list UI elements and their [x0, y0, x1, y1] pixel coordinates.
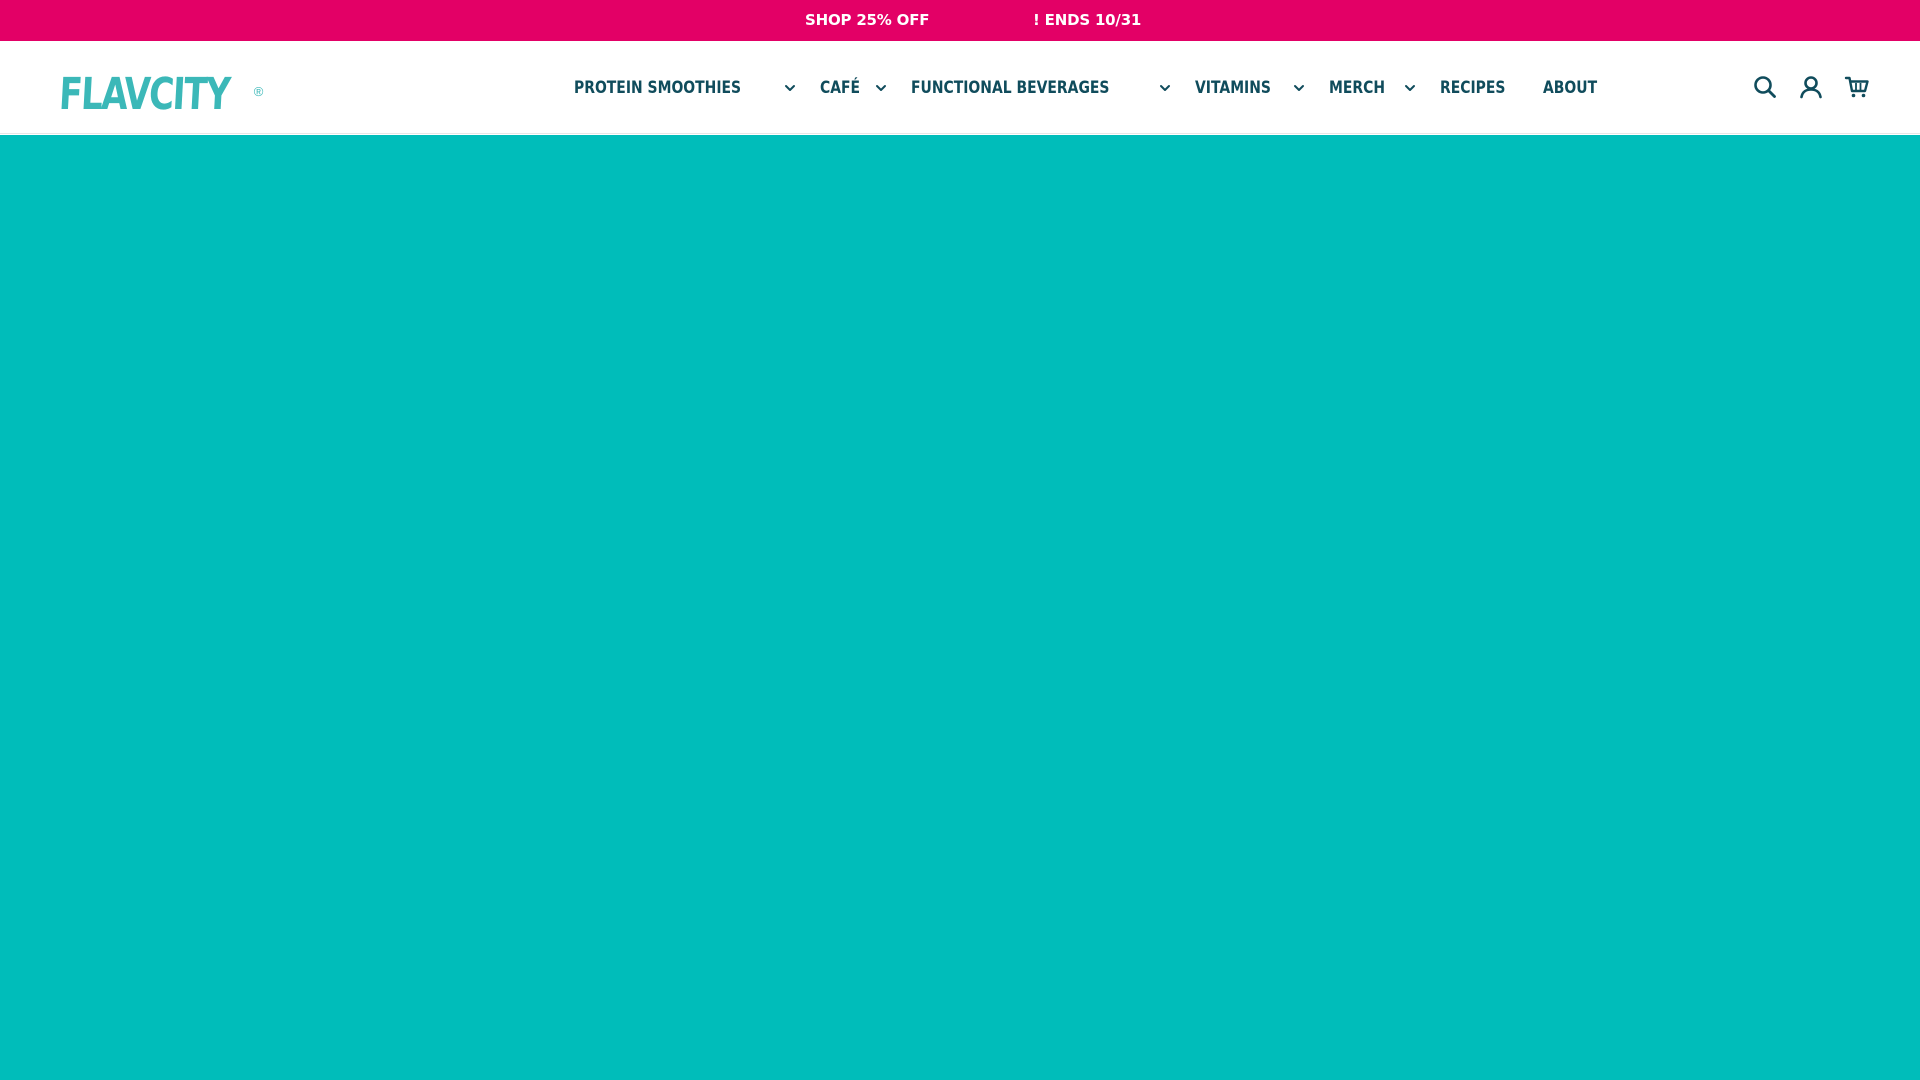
chevron-down-icon — [1404, 82, 1416, 94]
nav-label: RECIPES — [1439, 77, 1506, 98]
nav-label: PROTEIN SMOOTHIES — [574, 77, 742, 98]
nav-item-merch[interactable]: MERCH — [1329, 78, 1415, 98]
main-nav: PROTEIN SMOOTHIES CAFÉ FUNCTIONAL BEVERA… — [574, 41, 1633, 134]
logo-wordmark: FLAVCITY — [57, 69, 231, 120]
nav-label: CAFÉ — [819, 77, 860, 98]
account-icon[interactable] — [1798, 74, 1824, 100]
nav-item-recipes[interactable]: RECIPES — [1440, 78, 1520, 98]
announcement-bar[interactable]: SHOP 25% OFF ! ENDS 10/31 — [0, 0, 1920, 41]
announcement-text-start[interactable]: SHOP 25% OFF — [805, 11, 929, 29]
nav-item-cafe[interactable]: CAFÉ — [820, 78, 887, 98]
nav-label: FUNCTIONAL BEVERAGES — [910, 77, 1110, 98]
site-header: FLAVCITY ® PROTEIN SMOOTHIES CAFÉ FUNCTI… — [0, 41, 1920, 134]
chevron-down-icon — [1159, 82, 1171, 94]
nav-label: VITAMINS — [1194, 77, 1271, 98]
search-icon[interactable] — [1752, 74, 1778, 100]
logo-registered-mark: ® — [253, 84, 264, 99]
announcement-text-end[interactable]: ! ENDS 10/31 — [1033, 11, 1141, 29]
nav-item-vitamins[interactable]: VITAMINS — [1195, 78, 1306, 98]
nav-label: ABOUT — [1543, 77, 1598, 98]
chevron-down-icon — [875, 82, 887, 94]
chevron-down-icon — [784, 82, 796, 94]
nav-item-about[interactable]: ABOUT — [1543, 78, 1609, 98]
nav-label: MERCH — [1329, 77, 1386, 98]
nav-item-functional-beverages[interactable]: FUNCTIONAL BEVERAGES — [911, 78, 1171, 98]
nav-item-protein-smoothies[interactable]: PROTEIN SMOOTHIES — [574, 78, 796, 98]
flavcity-logo[interactable]: FLAVCITY ® — [57, 57, 264, 120]
header-icons — [1752, 74, 1890, 100]
hero-banner — [0, 135, 1920, 1080]
chevron-down-icon — [1293, 82, 1305, 94]
cart-icon[interactable] — [1844, 74, 1870, 100]
